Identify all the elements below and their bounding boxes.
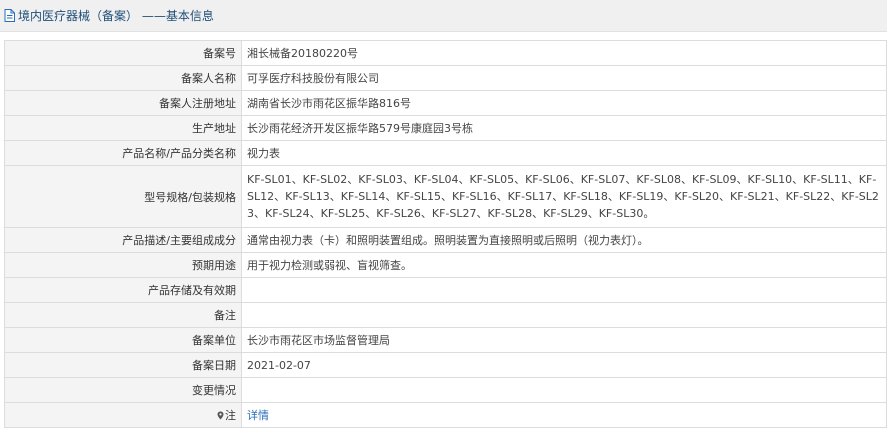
- row-label-description: 产品描述/主要组成成分: [4, 227, 242, 253]
- row-value-filer-name: 可孚医疗科技股份有限公司: [241, 65, 887, 91]
- table-row: 备案单位 长沙市雨花区市场监督管理局: [4, 327, 887, 353]
- row-label-record-date: 备案日期: [4, 352, 242, 378]
- table-row: 产品名称/产品分类名称 视力表: [4, 140, 887, 166]
- row-label-record-no: 备案号: [4, 40, 242, 66]
- row-value-product-name: 视力表: [241, 140, 887, 166]
- table-row: 产品描述/主要组成成分 通常由视力表（卡）和照明装置组成。照明装置为直接照明或后…: [4, 227, 887, 253]
- table-row: 型号规格/包装规格 KF-SL01、KF-SL02、KF-SL03、KF-SL0…: [4, 165, 887, 228]
- row-value-record-no: 湘长械备20180220号: [241, 40, 887, 66]
- row-value-description: 通常由视力表（卡）和照明装置组成。照明装置为直接照明或后照明（视力表灯）。: [241, 227, 887, 253]
- row-value-remark: [241, 302, 887, 328]
- table-row: 产品存储及有效期: [4, 277, 887, 303]
- row-label-filer-name: 备案人名称: [4, 65, 242, 91]
- row-value-model-spec: KF-SL01、KF-SL02、KF-SL03、KF-SL04、KF-SL05、…: [241, 165, 887, 228]
- table-row: 变更情况: [4, 377, 887, 403]
- row-value-storage: [241, 277, 887, 303]
- row-label-intended-use: 预期用途: [4, 252, 242, 278]
- row-label-note: 注: [4, 402, 242, 428]
- row-label-model-spec: 型号规格/包装规格: [4, 165, 242, 228]
- row-value-intended-use: 用于视力检测或弱视、盲视筛查。: [241, 252, 887, 278]
- document-icon: [4, 9, 15, 22]
- row-label-storage: 产品存储及有效期: [4, 277, 242, 303]
- row-label-remark: 备注: [4, 302, 242, 328]
- pin-icon: [217, 411, 224, 420]
- row-label-change: 变更情况: [4, 377, 242, 403]
- details-link[interactable]: 详情: [247, 409, 269, 422]
- page-header: 境内医疗器械（备案） ——基本信息: [0, 0, 887, 32]
- row-value-filer-address: 湖南省长沙市雨花区振华路816号: [241, 90, 887, 116]
- page-title: 境内医疗器械（备案） ——基本信息: [18, 9, 214, 23]
- row-label-product-name: 产品名称/产品分类名称: [4, 140, 242, 166]
- table-row: 注 详情: [4, 402, 887, 428]
- table-row: 备案号 湘长械备20180220号: [4, 40, 887, 66]
- table-row: 备案人名称 可孚医疗科技股份有限公司: [4, 65, 887, 91]
- note-label: 注: [225, 409, 236, 422]
- table-row: 生产地址 长沙雨花经济开发区振华路579号康庭园3号栋: [4, 115, 887, 141]
- table-row: 备案日期 2021-02-07: [4, 352, 887, 378]
- row-value-record-date: 2021-02-07: [241, 352, 887, 378]
- row-value-note: 详情: [241, 402, 887, 428]
- row-value-change: [241, 377, 887, 403]
- row-label-filer-address: 备案人注册地址: [4, 90, 242, 116]
- info-table: 备案号 湘长械备20180220号 备案人名称 可孚医疗科技股份有限公司 备案人…: [4, 40, 887, 428]
- row-value-production-address: 长沙雨花经济开发区振华路579号康庭园3号栋: [241, 115, 887, 141]
- table-row: 备案人注册地址 湖南省长沙市雨花区振华路816号: [4, 90, 887, 116]
- row-label-record-unit: 备案单位: [4, 327, 242, 353]
- row-label-production-address: 生产地址: [4, 115, 242, 141]
- info-table-container: 备案号 湘长械备20180220号 备案人名称 可孚医疗科技股份有限公司 备案人…: [4, 40, 887, 428]
- row-value-record-unit: 长沙市雨花区市场监督管理局: [241, 327, 887, 353]
- table-row: 预期用途 用于视力检测或弱视、盲视筛查。: [4, 252, 887, 278]
- table-row: 备注: [4, 302, 887, 328]
